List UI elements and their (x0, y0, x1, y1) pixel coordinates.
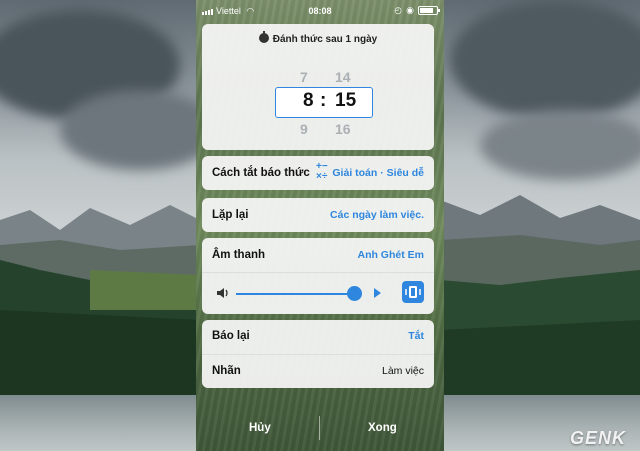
sound-value: Anh Ghét Em (357, 249, 424, 261)
minute-above[interactable]: 14 (335, 69, 351, 85)
alarm-icon: ◴ (394, 5, 403, 15)
minute-below[interactable]: 16 (335, 121, 351, 137)
vibrate-icon (405, 286, 421, 298)
sound-card: Âm thanh Anh Ghét Em (202, 238, 434, 314)
tag-row[interactable]: Nhãn Làm việc (202, 354, 434, 388)
play-icon[interactable] (374, 288, 381, 298)
phone-screen: Viettel ◠ 08:08 ◴ ◉ Đánh thức sau 1 ngày… (196, 0, 444, 451)
divider (202, 272, 434, 273)
volume-slider-thumb[interactable] (347, 286, 362, 301)
repeat-label: Lặp lại (212, 209, 249, 221)
status-bar: Viettel ◠ 08:08 ◴ ◉ (196, 0, 444, 22)
snooze-row[interactable]: Báo lại Tắt (202, 320, 434, 354)
wake-note: Đánh thức sau 1 ngày (202, 31, 434, 45)
dismiss-method-label: Cách tắt báo thức (212, 167, 310, 179)
divider (319, 416, 320, 440)
dismiss-method-row[interactable]: Cách tắt báo thức +− ×÷ Giải toán · Siêu … (202, 156, 434, 190)
speaker-icon (217, 288, 228, 298)
battery-icon (418, 6, 440, 15)
time-picker-card: Đánh thức sau 1 ngày 7 14 8 : 15 9 16 (202, 24, 434, 150)
stopwatch-icon (258, 31, 269, 43)
snooze-value: Tắt (408, 330, 424, 342)
sound-row[interactable]: Âm thanh Anh Ghét Em (202, 238, 434, 272)
tag-value: Làm việc (381, 365, 424, 377)
rotation-lock-icon: ◉ (406, 5, 414, 15)
repeat-row[interactable]: Lặp lại Các ngày làm việc. (202, 198, 434, 232)
hour-selected[interactable]: 8 (303, 90, 314, 112)
wake-note-text: Đánh thức sau 1 ngày (272, 34, 378, 45)
volume-slider-track[interactable] (236, 293, 354, 295)
snooze-label: Báo lại (212, 330, 250, 342)
dismiss-method-value: Giải toán · Siêu dễ (332, 167, 424, 179)
logo-text: GENK (569, 428, 626, 448)
minute-selected[interactable]: 15 (335, 90, 356, 112)
sound-label: Âm thanh (212, 249, 266, 261)
cancel-button[interactable]: Hủy (249, 422, 271, 434)
hour-below[interactable]: 9 (300, 121, 308, 137)
done-button[interactable]: Xong (368, 422, 397, 434)
genk-logo: GENK (570, 428, 626, 449)
status-icons: ◴ ◉ (394, 5, 440, 16)
cloud (480, 110, 640, 180)
vibrate-toggle[interactable] (402, 281, 424, 303)
snooze-tag-card: Báo lại Tắt Nhãn Làm việc (202, 320, 434, 388)
repeat-value: Các ngày làm việc. (330, 209, 424, 221)
math-icon: +− ×÷ (316, 161, 328, 182)
tag-label: Nhãn (212, 365, 241, 377)
hour-above[interactable]: 7 (300, 69, 308, 85)
time-separator: : (320, 90, 327, 111)
